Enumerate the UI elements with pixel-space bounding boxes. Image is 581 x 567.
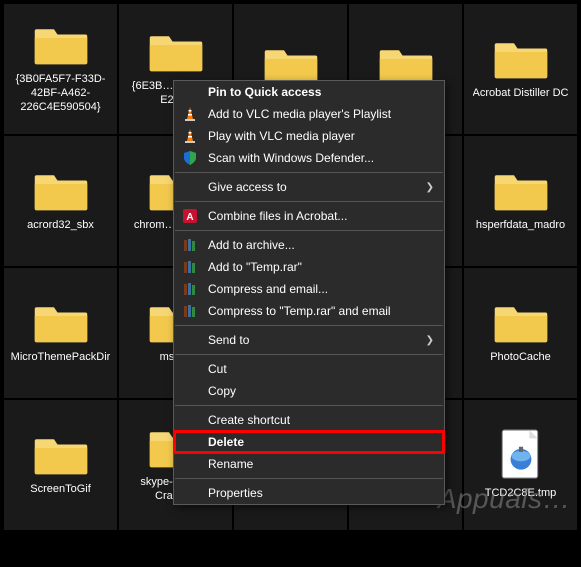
menu-item-label: Add to VLC media player's Playlist bbox=[208, 107, 434, 121]
blank-icon bbox=[182, 179, 198, 195]
file-name-label: acrord32_sbx bbox=[27, 219, 94, 233]
menu-copy[interactable]: Copy bbox=[174, 380, 444, 402]
menu-item-label: Combine files in Acrobat... bbox=[208, 209, 434, 223]
winrar-books-icon bbox=[182, 237, 198, 253]
menu-item-label: Rename bbox=[208, 457, 434, 471]
menu-item-label: Create shortcut bbox=[208, 413, 434, 427]
menu-separator bbox=[175, 354, 443, 355]
file-tile[interactable]: Acrobat Distiller DC bbox=[464, 4, 577, 134]
menu-properties[interactable]: Properties bbox=[174, 482, 444, 504]
menu-item-label: Give access to bbox=[208, 180, 424, 194]
winrar-books-icon bbox=[182, 303, 198, 319]
file-tile[interactable]: PhotoCache bbox=[464, 268, 577, 398]
menu-compress-email[interactable]: Compress and email... bbox=[174, 278, 444, 300]
menu-delete[interactable]: Delete bbox=[174, 431, 444, 453]
folder-icon bbox=[493, 301, 549, 345]
file-tile[interactable]: TCD2C8E.tmp bbox=[464, 400, 577, 530]
menu-item-label: Copy bbox=[208, 384, 434, 398]
blank-icon bbox=[182, 485, 198, 501]
file-tile[interactable]: {3B0FA5F7-F33D-42BF-A462-226C4E590504} bbox=[4, 4, 117, 134]
menu-separator bbox=[175, 201, 443, 202]
file-tile[interactable]: MicroThemePackDir bbox=[4, 268, 117, 398]
menu-create-shortcut[interactable]: Create shortcut bbox=[174, 409, 444, 431]
winrar-books-icon bbox=[182, 259, 198, 275]
acrobat-icon: A bbox=[182, 208, 198, 224]
menu-item-label: Cut bbox=[208, 362, 434, 376]
menu-item-label: Add to "Temp.rar" bbox=[208, 260, 434, 274]
file-name-label: ScreenToGif bbox=[30, 483, 91, 497]
tmp-file-icon bbox=[496, 429, 546, 481]
file-name-label: TCD2C8E.tmp bbox=[485, 487, 557, 501]
menu-item-label: Play with VLC media player bbox=[208, 129, 434, 143]
menu-separator bbox=[175, 230, 443, 231]
menu-rename[interactable]: Rename bbox=[174, 453, 444, 475]
folder-icon bbox=[33, 301, 89, 345]
submenu-arrow-icon: ❯ bbox=[424, 335, 434, 346]
file-name-label: hsperfdata_madro bbox=[476, 219, 565, 233]
menu-add-temp-rar[interactable]: Add to "Temp.rar" bbox=[174, 256, 444, 278]
menu-item-label: Delete bbox=[208, 435, 434, 449]
menu-scan-defender[interactable]: Scan with Windows Defender... bbox=[174, 147, 444, 169]
context-menu: Pin to Quick access Add to VLC media pla… bbox=[173, 80, 445, 505]
vlc-cone-icon bbox=[182, 128, 198, 144]
vlc-cone-icon bbox=[182, 106, 198, 122]
menu-combine-acrobat[interactable]: A Combine files in Acrobat... bbox=[174, 205, 444, 227]
menu-pin-quick-access[interactable]: Pin to Quick access bbox=[174, 81, 444, 103]
blank-icon bbox=[182, 456, 198, 472]
menu-item-label: Compress to "Temp.rar" and email bbox=[208, 304, 434, 318]
file-name-label: {3B0FA5F7-F33D-42BF-A462-226C4E590504} bbox=[8, 73, 113, 114]
blank-icon bbox=[182, 361, 198, 377]
file-name-label: PhotoCache bbox=[490, 351, 551, 365]
menu-separator bbox=[175, 172, 443, 173]
menu-play-vlc[interactable]: Play with VLC media player bbox=[174, 125, 444, 147]
submenu-arrow-icon: ❯ bbox=[424, 182, 434, 193]
folder-icon bbox=[493, 169, 549, 213]
file-tile[interactable]: hsperfdata_madro bbox=[464, 136, 577, 266]
menu-separator bbox=[175, 325, 443, 326]
menu-item-label: Properties bbox=[208, 486, 434, 500]
blank-icon bbox=[182, 412, 198, 428]
file-tile[interactable]: acrord32_sbx bbox=[4, 136, 117, 266]
folder-icon bbox=[33, 23, 89, 67]
menu-add-vlc-playlist[interactable]: Add to VLC media player's Playlist bbox=[174, 103, 444, 125]
folder-icon bbox=[33, 169, 89, 213]
menu-send-to[interactable]: Send to ❯ bbox=[174, 329, 444, 351]
menu-give-access[interactable]: Give access to ❯ bbox=[174, 176, 444, 198]
file-name-label: MicroThemePackDir bbox=[11, 351, 111, 365]
menu-separator bbox=[175, 405, 443, 406]
blank-icon bbox=[182, 332, 198, 348]
menu-separator bbox=[175, 478, 443, 479]
menu-item-label: Send to bbox=[208, 333, 424, 347]
menu-item-label: Pin to Quick access bbox=[208, 85, 434, 99]
folder-icon bbox=[493, 37, 549, 81]
svg-text:A: A bbox=[186, 212, 193, 223]
menu-item-label: Compress and email... bbox=[208, 282, 434, 296]
menu-add-archive[interactable]: Add to archive... bbox=[174, 234, 444, 256]
blank-icon bbox=[182, 434, 198, 450]
explorer-window: {3B0FA5F7-F33D-42BF-A462-226C4E590504}{6… bbox=[0, 0, 581, 567]
winrar-books-icon bbox=[182, 281, 198, 297]
menu-compress-temp-email[interactable]: Compress to "Temp.rar" and email bbox=[174, 300, 444, 322]
file-name-label: Acrobat Distiller DC bbox=[473, 87, 569, 101]
file-tile[interactable]: ScreenToGif bbox=[4, 400, 117, 530]
menu-item-label: Scan with Windows Defender... bbox=[208, 151, 434, 165]
menu-cut[interactable]: Cut bbox=[174, 358, 444, 380]
folder-icon bbox=[148, 30, 204, 74]
folder-icon bbox=[33, 433, 89, 477]
blank-icon bbox=[182, 383, 198, 399]
defender-shield-icon bbox=[182, 150, 198, 166]
blank-icon bbox=[182, 84, 198, 100]
menu-item-label: Add to archive... bbox=[208, 238, 434, 252]
